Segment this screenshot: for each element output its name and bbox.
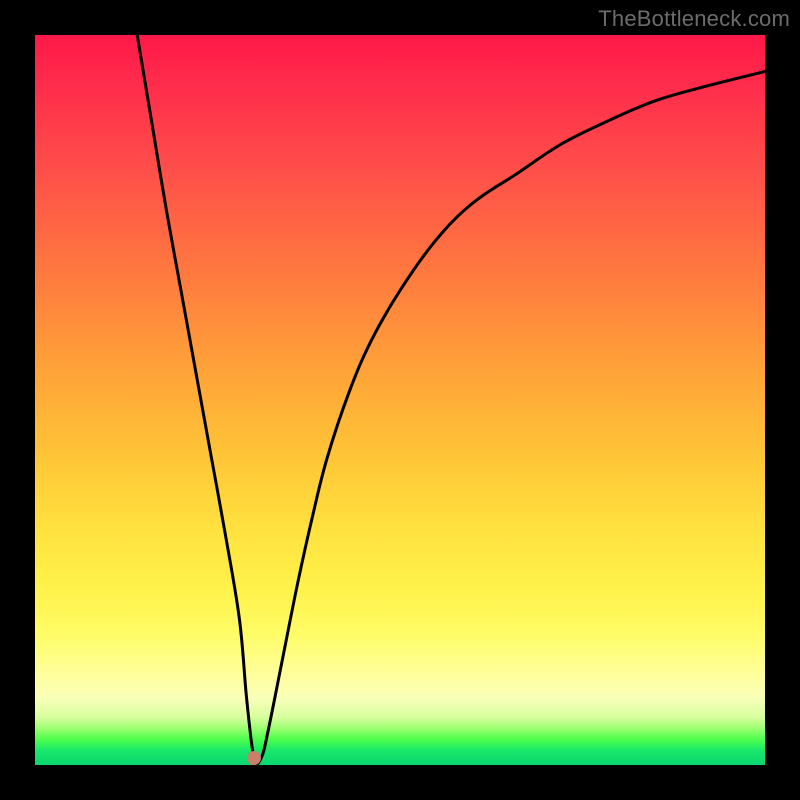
minimum-dot (247, 751, 261, 765)
plot-area (35, 35, 765, 765)
chart-frame: TheBottleneck.com (0, 0, 800, 800)
watermark-text: TheBottleneck.com (598, 6, 790, 32)
bottleneck-curve (35, 35, 765, 765)
